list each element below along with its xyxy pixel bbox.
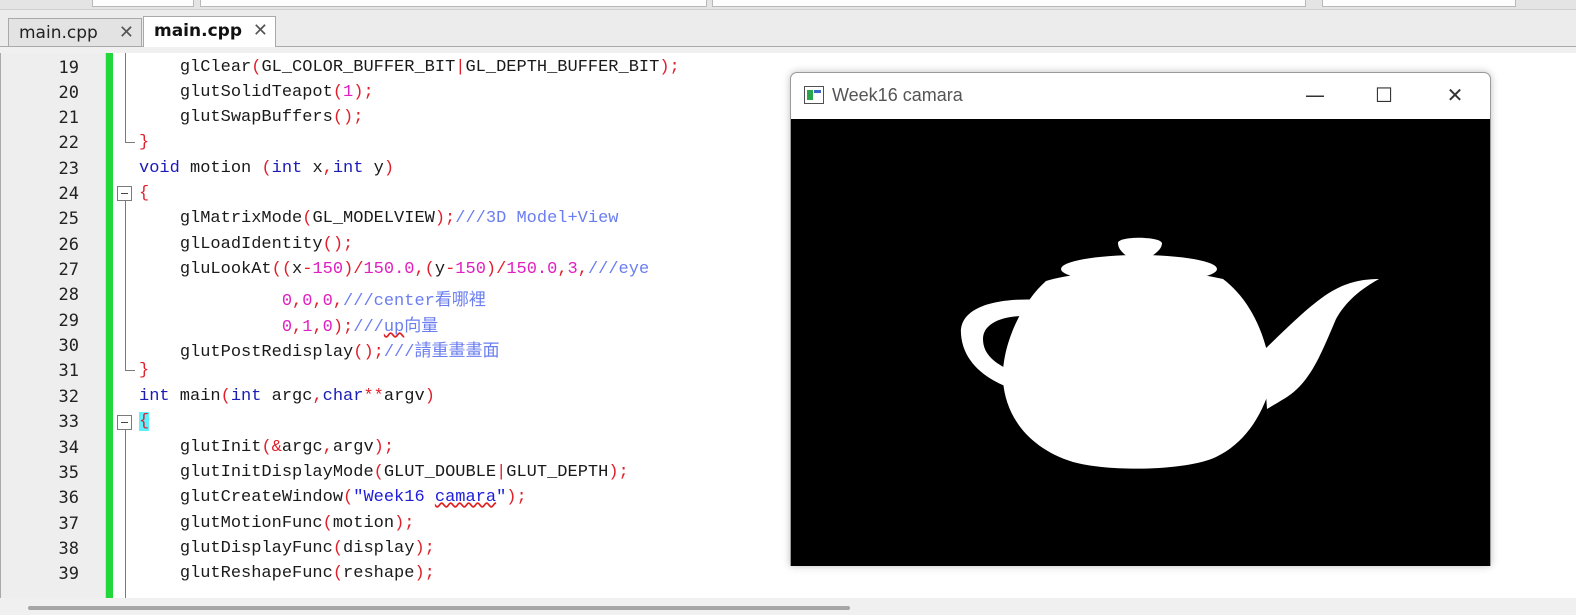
toolbar [0,0,1576,10]
toolbar-combo[interactable] [200,0,707,7]
editor-tab-bar: main.cpp ✕ main.cpp ✕ [0,10,1576,47]
line-number: 30 [58,336,79,356]
line-number: 23 [58,159,79,179]
teapot-render [960,237,1379,469]
code-text: } [139,133,150,152]
code-text: 0,0,0,///center看哪裡 [281,292,486,311]
code-text: glutSwapBuffers(); [179,108,364,127]
line-number: 24 [58,184,79,204]
code-text: glutCreateWindow("Week16 camara"); [179,488,527,507]
code-text: gluLookAt((x-150)/150.0,(y-150)/150.0,3,… [179,260,650,279]
close-icon[interactable]: ✕ [119,22,134,43]
code-text: glutInit(&argc,argv); [179,438,395,457]
code-text: glutDisplayFunc(display); [179,539,435,558]
tab-main-cpp[interactable]: main.cpp ✕ [8,18,142,46]
code-text: } [139,361,150,380]
window-title-bar[interactable]: Week16 camara — ☐ ✕ [791,73,1490,119]
app-window-icon [804,86,824,104]
line-number: 39 [58,564,79,584]
line-number: 26 [58,235,79,255]
line-number: 36 [58,488,79,508]
tab-label: main.cpp [19,23,98,43]
teapot-body [1002,270,1271,469]
line-number: 33 [58,412,79,432]
toolbar-combo[interactable] [1322,0,1516,7]
code-text: glutReshapeFunc(reshape); [179,564,435,583]
matched-brace: { [139,412,150,431]
window-title: Week16 camara [832,85,963,105]
code-text: glutInitDisplayMode(GLUT_DOUBLE|GLUT_DEP… [179,463,629,482]
line-number: 22 [58,133,79,153]
code-text: glutSolidTeapot(1); [179,83,374,102]
code-text: glClear(GL_COLOR_BUFFER_BIT|GL_DEPTH_BUF… [179,58,680,77]
line-number: 34 [58,438,79,458]
code-text: { [139,184,150,203]
line-number: 37 [58,514,79,534]
scrollbar-thumb[interactable] [28,606,850,610]
line-number: 32 [58,387,79,407]
line-number: 31 [58,361,79,381]
teapot-spout [1263,279,1379,409]
code-text: int main(int argc,char**argv) [139,387,435,406]
toolbar-combo[interactable] [712,0,1306,7]
line-number: 21 [58,108,79,128]
opengl-canvas[interactable] [791,119,1490,566]
line-number: 38 [58,539,79,559]
line-number: 28 [58,285,79,305]
maximize-icon: ☐ [1375,83,1393,107]
code-text: glutMotionFunc(motion); [179,514,415,533]
code-text: { [139,412,150,431]
code-text: void motion (int x,int y) [139,159,395,178]
horizontal-scrollbar[interactable] [0,598,1576,615]
tab-main-cpp-active[interactable]: main.cpp ✕ [143,16,276,47]
tab-label: main.cpp [154,21,242,41]
code-text: glMatrixMode(GL_MODELVIEW);///3D Model+V… [179,209,619,228]
close-icon[interactable]: ✕ [253,20,268,41]
close-button[interactable]: ✕ [1421,73,1489,119]
minimize-icon: — [1305,83,1325,107]
toolbar-combo[interactable] [92,0,194,7]
glut-window[interactable]: Week16 camara — ☐ ✕ [790,72,1491,566]
line-number: 25 [58,209,79,229]
code-text: glLoadIdentity(); [179,235,354,254]
line-number: 20 [58,83,79,103]
minimize-button[interactable]: — [1281,73,1349,119]
line-number: 29 [58,311,79,331]
line-number: 35 [58,463,79,483]
close-icon: ✕ [1446,83,1464,107]
line-number: 27 [58,260,79,280]
maximize-button[interactable]: ☐ [1350,73,1418,119]
line-number: 19 [58,58,79,78]
